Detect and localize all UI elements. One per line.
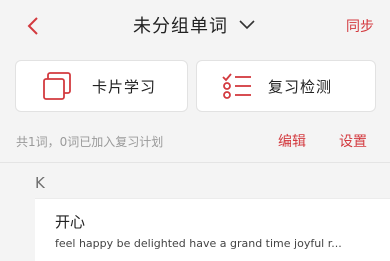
checklist-icon xyxy=(222,73,251,99)
cards-icon xyxy=(43,72,71,100)
settings-button[interactable]: 设置 xyxy=(339,131,367,151)
review-test-label: 复习检测 xyxy=(268,78,333,96)
review-test-button[interactable]: 复习检测 xyxy=(196,60,376,112)
word-text: 开心 xyxy=(55,213,86,231)
page-title: 未分组单词 xyxy=(132,16,228,37)
card-study-button[interactable]: 卡片学习 xyxy=(15,60,188,112)
sync-button[interactable]: 同步 xyxy=(346,16,374,36)
card-study-label: 卡片学习 xyxy=(92,78,157,96)
chevron-down-icon xyxy=(239,20,255,30)
top-bar: 未分组单词 同步 xyxy=(0,0,390,52)
edit-button[interactable]: 编辑 xyxy=(278,131,306,151)
word-definition: feel happy be delighted have a grand tim… xyxy=(55,237,342,250)
divider xyxy=(0,162,390,163)
summary-text: 共1词，0词已加入复习计划 xyxy=(16,135,164,149)
section-header-k: K xyxy=(35,174,45,192)
word-list-item[interactable]: 开心 feel happy be delighted have a grand … xyxy=(35,198,390,261)
group-title-dropdown[interactable]: 未分组单词 xyxy=(0,12,390,38)
